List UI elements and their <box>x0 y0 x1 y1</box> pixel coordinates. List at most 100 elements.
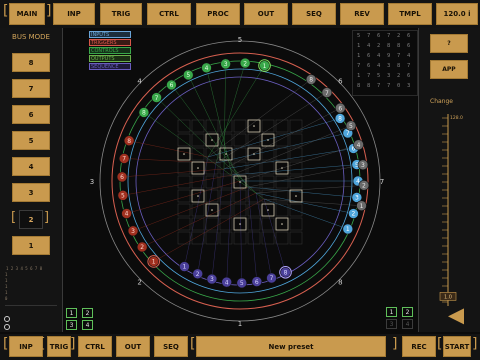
control-node-label: 5 <box>186 72 190 79</box>
routing-line <box>255 192 272 279</box>
matrix-cell[interactable] <box>247 133 261 147</box>
seq-bottom-button[interactable]: SEQ <box>154 336 188 357</box>
sequence-node-label: 8 <box>284 269 288 276</box>
preset-name-field[interactable]: New preset <box>196 336 386 357</box>
matrix-cell[interactable] <box>233 231 247 245</box>
matrix-cell[interactable] <box>261 217 275 231</box>
value-grid-cell: 1 <box>357 53 361 59</box>
bus-5-button[interactable]: 5 <box>12 131 50 150</box>
matrix-cell[interactable] <box>233 119 247 133</box>
matrix-cell[interactable] <box>177 175 191 189</box>
trig-bottom-button[interactable]: TRIG <box>47 336 71 357</box>
inp-bottom-button[interactable]: INP <box>9 336 43 357</box>
matrix-cell[interactable] <box>261 231 275 245</box>
value-grid-cell: 7 <box>377 83 381 89</box>
main-tab[interactable]: MAIN <box>9 3 45 25</box>
tempo-display[interactable]: 120.0 i <box>436 3 478 25</box>
matrix-dot <box>253 153 255 155</box>
bus-4-button[interactable]: 4 <box>12 157 50 176</box>
seq-tab[interactable]: SEQ <box>292 3 336 25</box>
trig-tab[interactable]: TRIG <box>100 3 142 25</box>
pad-right-1[interactable]: 1 <box>386 307 397 317</box>
matrix-cell[interactable] <box>205 189 219 203</box>
matrix-dot <box>211 209 213 211</box>
matrix-cell[interactable] <box>289 217 303 231</box>
matrix-cell[interactable] <box>275 119 289 133</box>
routing-line <box>239 144 359 182</box>
pad-right-2[interactable]: 2 <box>402 307 413 317</box>
indicator-circle[interactable] <box>4 324 10 330</box>
matrix-cell[interactable] <box>275 133 289 147</box>
inp-tab[interactable]: INP <box>53 3 95 25</box>
gray-node-label: 6 <box>338 105 342 112</box>
matrix-cell[interactable] <box>219 231 233 245</box>
change-label: Change <box>430 98 453 105</box>
start-button[interactable]: START <box>443 336 471 357</box>
rec-button[interactable]: REC <box>402 336 436 357</box>
routing-line <box>122 168 225 178</box>
matrix-cell[interactable] <box>275 203 289 217</box>
out-bottom-button[interactable]: OUT <box>116 336 150 357</box>
bus-3-button[interactable]: 3 <box>12 183 50 202</box>
value-grid-cell: 7 <box>367 73 371 79</box>
tmpl-tab[interactable]: TMPL <box>388 3 432 25</box>
matrix-cell[interactable] <box>177 217 191 231</box>
out-tab[interactable]: OUT <box>244 3 288 25</box>
legend-controls: CONTROLS <box>89 47 131 54</box>
ctrl-bottom-button[interactable]: CTRL <box>78 336 112 357</box>
matrix-cell[interactable] <box>275 231 289 245</box>
gray-node-label: 2 <box>362 183 366 190</box>
control-node-label: 4 <box>205 65 209 72</box>
routing-line <box>207 79 312 158</box>
bus-8-button[interactable]: 8 <box>12 53 50 72</box>
ctrl-tab[interactable]: CTRL <box>147 3 191 25</box>
matrix-cell[interactable] <box>219 189 233 203</box>
outer-ring-label: 6 <box>338 78 343 86</box>
change-slider[interactable]: 128.0 1.0 <box>436 110 466 332</box>
pad-right-3[interactable]: 3 <box>386 319 397 329</box>
matrix-cell[interactable] <box>191 133 205 147</box>
gray-node-label: 8 <box>309 77 313 84</box>
bus-mode-panel <box>0 28 63 332</box>
bus-1-button[interactable]: 1 <box>12 236 50 255</box>
trigger-node-label: 4 <box>125 211 129 218</box>
value-grid-cell: 1 <box>357 73 361 79</box>
routing-line <box>142 192 257 248</box>
bracket-left: [ <box>437 336 443 352</box>
matrix-cell[interactable] <box>191 203 205 217</box>
value-grid-cell: 7 <box>407 63 411 69</box>
mini-bus-numbers: 1 2 3 4 5 6 7 8 <box>6 266 43 271</box>
matrix-cell[interactable] <box>289 133 303 147</box>
bracket-right: ] <box>392 336 398 352</box>
matrix-cell[interactable] <box>289 203 303 217</box>
bus-2-button[interactable]: 2 <box>19 210 43 229</box>
outer-ring-label: 7 <box>380 178 384 186</box>
help-button[interactable]: ? <box>430 34 468 53</box>
matrix-cell[interactable] <box>219 217 233 231</box>
matrix-cell[interactable] <box>219 119 233 133</box>
proc-tab[interactable]: PROC <box>196 3 240 25</box>
value-grid-cell: 4 <box>407 53 411 59</box>
sequence-node-label: 2 <box>196 271 200 278</box>
app-button[interactable]: APP <box>430 60 468 79</box>
routing-matrix[interactable] <box>177 119 303 245</box>
value-grid-cell: 2 <box>377 43 381 49</box>
matrix-dot <box>197 195 199 197</box>
slider-handle-icon[interactable] <box>448 308 464 325</box>
rev-tab[interactable]: REV <box>340 3 384 25</box>
pad-right-4[interactable]: 4 <box>402 319 413 329</box>
indicator-circle[interactable] <box>4 316 10 322</box>
bus-7-button[interactable]: 7 <box>12 79 50 98</box>
matrix-cell[interactable] <box>177 119 191 133</box>
matrix-cell[interactable] <box>247 217 261 231</box>
matrix-cell[interactable] <box>275 175 289 189</box>
matrix-cell[interactable] <box>247 231 261 245</box>
matrix-cell[interactable] <box>261 175 275 189</box>
routing-line <box>215 92 328 164</box>
trigger-node-label: 2 <box>140 244 144 251</box>
value-grid-cell: 7 <box>397 53 401 59</box>
matrix-cell[interactable] <box>205 119 219 133</box>
matrix-cell[interactable] <box>289 231 303 245</box>
bus-6-button[interactable]: 6 <box>12 105 50 124</box>
matrix-cell[interactable] <box>205 161 219 175</box>
